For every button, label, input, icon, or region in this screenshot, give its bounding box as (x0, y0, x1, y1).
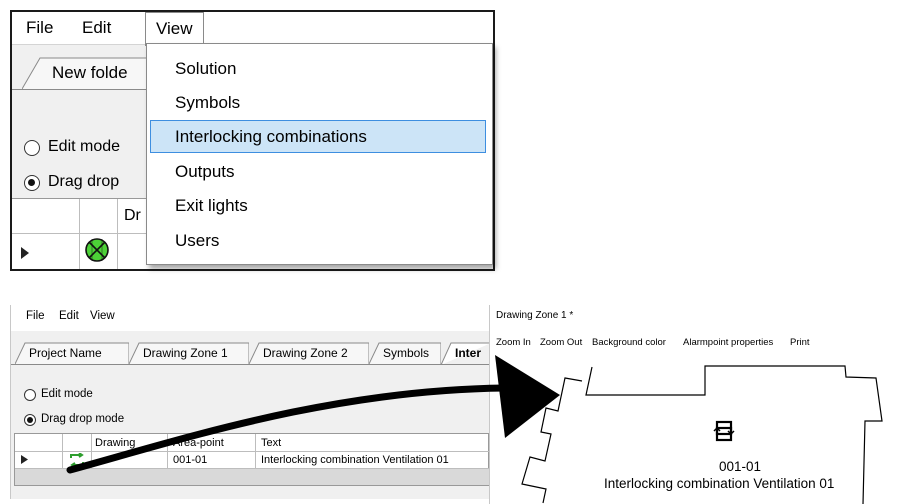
tab-drawing-zone-2[interactable]: Drawing Zone 2 (249, 342, 369, 364)
tab-label: Symbols (383, 346, 430, 360)
cell-text[interactable]: Interlocking combination Ventilation 01 (261, 454, 449, 466)
radio-edit-mode[interactable] (24, 389, 36, 401)
radio-selected-dot (27, 417, 33, 423)
menu-item-exit-lights[interactable]: Exit lights (175, 189, 248, 223)
menu-file[interactable]: File (26, 310, 45, 322)
radio-drag-drop-mode-label: Drag drop mode (41, 413, 125, 425)
empty-grid-area (15, 469, 489, 485)
menu-item-outputs[interactable]: Outputs (175, 155, 235, 189)
interlock-status-icon (85, 238, 109, 262)
view-dropdown-menu: Solution Symbols Interlocking combinatio… (146, 43, 493, 265)
tab-drawing-zone-1[interactable]: Drawing Zone 1 (129, 342, 249, 364)
menu-view[interactable]: View (145, 12, 204, 46)
radio-edit-mode[interactable] (24, 140, 40, 156)
grid-header-area-point: Area-point (173, 437, 224, 449)
interlock-cycle-icon (70, 453, 84, 467)
grid-header-drawing: Drawing (95, 437, 136, 449)
tab-project-name[interactable]: Project Name (15, 342, 129, 364)
alarmpoint-properties-button[interactable]: Alarmpoint properties (683, 337, 773, 348)
menu-bar: File Edit View (11, 305, 489, 331)
tab-label: Inter (455, 346, 482, 360)
zoom-in-button[interactable]: Zoom In (496, 337, 531, 348)
radio-drag-drop[interactable] (24, 175, 40, 191)
grid-line (117, 199, 118, 269)
menu-file[interactable]: File (26, 12, 53, 44)
background-color-button[interactable]: Background color (592, 337, 666, 348)
radio-edit-mode-label: Edit mode (48, 138, 121, 155)
radio-edit-mode-label: Edit mode (41, 388, 93, 400)
menu-bar: File Edit View (12, 12, 493, 46)
symbol-text: Interlocking combination Ventilation 01 (604, 476, 835, 491)
menu-edit[interactable]: Edit (82, 12, 111, 44)
radio-selected-dot (28, 179, 35, 186)
menu-edit[interactable]: Edit (59, 310, 79, 322)
menu-item-interlocking-combinations[interactable]: Interlocking combinations (175, 120, 367, 154)
tab-new-folder[interactable]: New folde (22, 57, 152, 89)
menu-view[interactable]: View (90, 310, 115, 322)
drawing-zone-window: Drawing Zone 1 * Zoom In Zoom Out Backgr… (489, 305, 916, 504)
row-selector-icon (21, 247, 29, 259)
grid-line (15, 451, 489, 452)
drawing-toolbar: Zoom In Zoom Out Background color Alarmp… (490, 331, 916, 353)
radio-drag-drop-label: Drag drop (48, 173, 120, 190)
menu-item-symbols[interactable]: Symbols (175, 86, 240, 120)
tab-label: New folde (52, 63, 128, 82)
bottom-app-window: File Edit View Project Name Drawing Zone… (10, 305, 489, 499)
symbol-area-code: 001-01 (719, 459, 762, 474)
interlock-symbol-icon[interactable] (713, 420, 735, 442)
menu-item-solution[interactable]: Solution (175, 52, 236, 86)
window-title: Drawing Zone 1 * (496, 310, 574, 321)
tab-label: Project Name (29, 346, 102, 360)
tab-divider (11, 364, 489, 365)
row-selector-icon (21, 455, 28, 464)
cell-area-point[interactable]: 001-01 (173, 454, 207, 466)
interlocking-grid: Drawing Area-point Text 001-01 Interlock… (14, 433, 489, 486)
zoom-out-button[interactable]: Zoom Out (540, 337, 582, 348)
grid-header-text: Text (261, 437, 282, 449)
tab-interlocking[interactable]: Inter (441, 342, 489, 365)
grid-line (79, 199, 80, 269)
menu-item-users[interactable]: Users (175, 224, 219, 258)
grid-header-drawing: Dr (124, 207, 141, 224)
tab-label: Drawing Zone 2 (263, 346, 348, 360)
tab-symbols[interactable]: Symbols (369, 342, 441, 364)
radio-drag-drop-mode[interactable] (24, 414, 36, 426)
print-button[interactable]: Print (790, 337, 810, 348)
tab-label: Drawing Zone 1 (143, 346, 228, 360)
